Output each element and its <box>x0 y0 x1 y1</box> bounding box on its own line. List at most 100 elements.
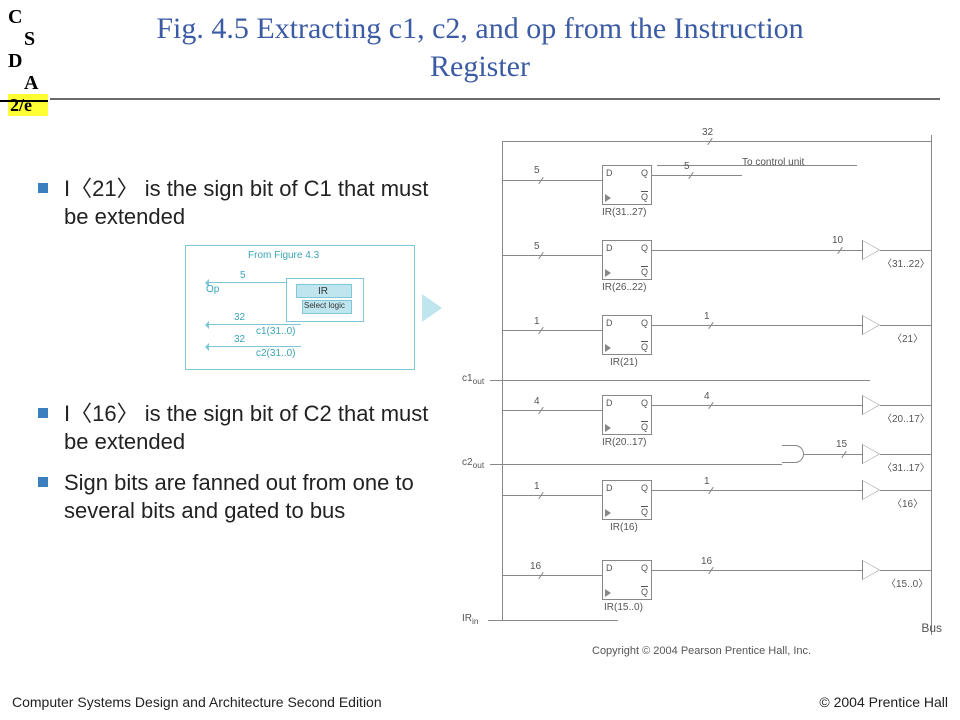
c1out-label: c1out <box>462 373 484 386</box>
bus-wire <box>931 135 932 635</box>
ir-field-label: IR(16) <box>610 522 638 533</box>
bullet-item: I〈16〉 is the sign bit of C2 that must be… <box>38 400 458 455</box>
flipflop: D Q Q <box>602 315 652 355</box>
ir-field-label: IR(15..0) <box>604 602 643 613</box>
width-label: 16 <box>530 561 541 572</box>
ff-qbar: Q <box>641 192 648 202</box>
wire <box>804 454 862 455</box>
inset-c1-label: c1(31..0) <box>256 326 295 337</box>
ff-d: D <box>606 483 613 493</box>
logo-d: D <box>8 50 48 72</box>
ff-qbar: Q <box>641 267 648 277</box>
width-label: 4 <box>534 396 540 407</box>
flipflop: D Q Q <box>602 240 652 280</box>
width-label: 1 <box>704 476 710 487</box>
logo-s: S <box>8 28 48 50</box>
inset-c2-label: c2(31..0) <box>256 348 295 359</box>
tristate-buffer-icon <box>862 444 880 464</box>
wire <box>652 405 862 406</box>
flipflop: D Q Q <box>602 480 652 520</box>
bit-range-label: 〈16〉 <box>892 495 923 510</box>
wire <box>880 454 932 455</box>
ir-field-label: IR(21) <box>610 357 638 368</box>
ff-qbar: Q <box>641 507 648 517</box>
bullet-icon <box>38 408 48 418</box>
wire <box>490 380 870 381</box>
wire <box>488 620 618 621</box>
flipflop: D Q Q <box>602 395 652 435</box>
width-label: 16 <box>701 556 712 567</box>
ff-q: Q <box>641 243 648 253</box>
or-gate-icon <box>782 445 804 463</box>
footer-right: © 2004 Prentice Hall <box>819 694 948 710</box>
inset-w32: 32 <box>234 312 245 323</box>
bullet-item: I〈21〉 is the sign bit of C1 that must be… <box>38 175 458 230</box>
wire <box>502 330 602 331</box>
inset-arrow <box>206 282 286 283</box>
wire <box>502 255 602 256</box>
inset-caption: From Figure 4.3 <box>248 250 319 261</box>
width-label: 1 <box>534 481 540 492</box>
tristate-buffer-icon <box>862 560 880 580</box>
width-label: 5 <box>534 241 540 252</box>
title-rule <box>50 98 940 100</box>
width-label: 1 <box>534 316 540 327</box>
width-label: 5 <box>684 161 690 172</box>
footer-left: Computer Systems Design and Architecture… <box>12 694 382 710</box>
width-label: 15 <box>836 439 847 450</box>
wire <box>502 575 602 576</box>
ff-q: Q <box>641 168 648 178</box>
inset-outer-box <box>286 278 364 322</box>
ff-qbar: Q <box>641 587 648 597</box>
logo-a: A <box>8 72 48 94</box>
logo-c: C <box>8 6 48 28</box>
inset-figure: From Figure 4.3 IR Select logic 5 Op 32 … <box>185 245 415 370</box>
bit-range-label: 〈31..22〉 <box>882 255 930 270</box>
width-label: 5 <box>534 165 540 176</box>
flipflop: D Q Q <box>602 560 652 600</box>
inset-arrow <box>206 324 301 325</box>
tristate-buffer-icon <box>862 395 880 415</box>
ff-d: D <box>606 168 613 178</box>
bus-width-label: 32 <box>702 127 713 138</box>
bullet-icon <box>38 477 48 487</box>
bullet-item: Sign bits are fanned out from one to sev… <box>38 469 458 524</box>
ff-d: D <box>606 398 613 408</box>
ff-d: D <box>606 318 613 328</box>
bullet-text: Sign bits are fanned out from one to sev… <box>64 470 414 523</box>
ir-field-label: IR(20..17) <box>602 437 646 448</box>
slide-title: Fig. 4.5 Extracting c1, c2, and op from … <box>120 10 840 85</box>
logo-underline <box>0 100 48 102</box>
wire <box>652 490 862 491</box>
bullet-text: I〈16〉 is the sign bit of C2 that must be… <box>64 401 428 454</box>
ff-qbar: Q <box>641 422 648 432</box>
tristate-buffer-icon <box>862 240 880 260</box>
wire <box>490 464 782 465</box>
ff-d: D <box>606 243 613 253</box>
wire <box>652 570 862 571</box>
wire <box>502 410 602 411</box>
wire <box>880 325 932 326</box>
bit-range-label: 〈20..17〉 <box>882 410 930 425</box>
bit-range-label: 〈15..0〉 <box>886 575 928 590</box>
to-control-label: To control unit <box>742 157 804 168</box>
wire <box>502 180 602 181</box>
wire <box>880 250 932 251</box>
circuit-diagram: 32 To control unit 5 D Q Q IR(31..27) 5 … <box>462 135 942 655</box>
width-label: 4 <box>704 391 710 402</box>
ff-q: Q <box>641 398 648 408</box>
bus-label: Bus <box>921 621 942 635</box>
logo-edition: 2/e <box>8 94 48 116</box>
diagram-copyright: Copyright © 2004 Pearson Prentice Hall, … <box>592 645 811 657</box>
wire <box>652 175 742 176</box>
width-label: 10 <box>832 235 843 246</box>
inset-w5: 5 <box>240 270 246 281</box>
c2out-label: c2out <box>462 457 484 470</box>
bullet-icon <box>38 183 48 193</box>
bit-range-label: 〈31..17〉 <box>882 459 930 474</box>
wire <box>502 141 932 142</box>
tristate-buffer-icon <box>862 480 880 500</box>
ff-q: Q <box>641 483 648 493</box>
bit-range-label: 〈21〉 <box>892 330 923 345</box>
ff-q: Q <box>641 318 648 328</box>
